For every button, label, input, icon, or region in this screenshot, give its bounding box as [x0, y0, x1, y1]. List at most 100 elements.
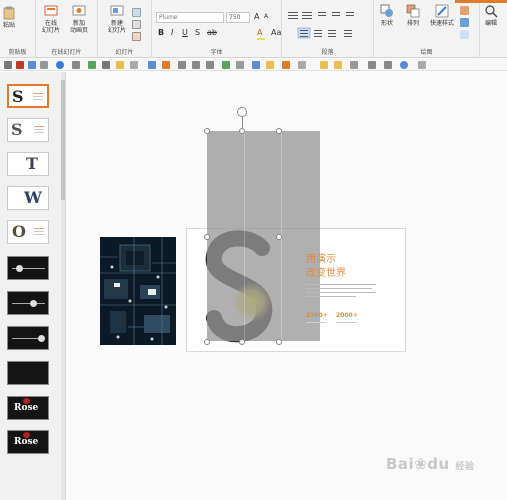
save-icon[interactable]: [28, 61, 36, 69]
layout-icon[interactable]: [132, 8, 141, 17]
slide-thumb-8[interactable]: [7, 326, 49, 350]
shadow-icon[interactable]: S: [195, 28, 200, 37]
font-size-select[interactable]: 750: [226, 12, 250, 23]
slide-thumb-2[interactable]: S: [7, 118, 49, 142]
font-group-label: 字体: [210, 49, 223, 56]
slide-title-line2[interactable]: 改变世界: [306, 264, 346, 279]
circuit-board-graphic: [100, 237, 176, 345]
bring-forward-icon[interactable]: [252, 61, 260, 69]
stat-value-2[interactable]: 2000+: [336, 312, 358, 319]
paste-button[interactable]: 粘贴: [2, 6, 16, 29]
change-case-icon[interactable]: Aa: [271, 28, 281, 37]
strikethrough-icon[interactable]: ab: [207, 28, 217, 37]
slide-thumb-7[interactable]: [7, 291, 49, 315]
merge-shapes-icon[interactable]: [282, 61, 290, 69]
bold-icon[interactable]: B: [158, 28, 164, 37]
paragraph-group-label: 段落: [321, 49, 334, 56]
slide-title-line1[interactable]: 用演示: [306, 250, 336, 265]
slide-body-text[interactable]: [306, 284, 376, 300]
thumb-text-lines: [34, 228, 44, 229]
align-right-icon[interactable]: [206, 61, 214, 69]
slide-thumb-9[interactable]: [7, 361, 49, 385]
cursor-icon[interactable]: [4, 61, 12, 69]
italic-icon[interactable]: I: [171, 28, 173, 37]
fill-icon[interactable]: [320, 61, 328, 69]
send-back-icon[interactable]: [266, 61, 274, 69]
text-box-icon[interactable]: [148, 61, 156, 69]
format-icon[interactable]: [130, 61, 138, 69]
section-icon[interactable]: [132, 32, 141, 41]
thumb-rose-text: Rose: [14, 403, 39, 413]
flip-icon[interactable]: [384, 61, 392, 69]
highlight-bar: [257, 38, 265, 40]
align-left-icon[interactable]: [178, 61, 186, 69]
shape-button[interactable]: 形状: [380, 4, 394, 27]
resize-handle-bc[interactable]: [239, 339, 245, 345]
clipboard-group: 粘贴 剪贴板: [0, 0, 36, 58]
shape-outline-icon[interactable]: [460, 18, 469, 27]
selected-rectangle-shape[interactable]: [207, 131, 320, 341]
arrange-button[interactable]: 排列: [406, 4, 420, 27]
record-icon[interactable]: [16, 61, 24, 69]
slide-thumb-5[interactable]: O: [7, 220, 49, 244]
align-center-icon[interactable]: [192, 61, 200, 69]
grow-font-icon[interactable]: A: [254, 12, 259, 21]
shrink-font-icon[interactable]: A: [264, 13, 268, 20]
crop-icon[interactable]: [298, 61, 306, 69]
table-icon[interactable]: [102, 61, 110, 69]
slide-thumb-11[interactable]: Rose: [7, 430, 49, 454]
redo-icon[interactable]: [400, 61, 408, 69]
picture-icon[interactable]: [88, 61, 96, 69]
thumb-text-lines: [34, 126, 44, 127]
outline-icon[interactable]: [334, 61, 342, 69]
resize-handle-tl[interactable]: [204, 128, 210, 134]
underline-icon[interactable]: U: [182, 28, 188, 37]
shape-fill-icon[interactable]: [460, 6, 469, 15]
online-slides-button[interactable]: 在线 幻灯片: [42, 4, 60, 34]
scrollbar-thumb[interactable]: [61, 80, 65, 200]
slide-thumb-1[interactable]: S: [7, 84, 49, 108]
font-family-select[interactable]: Plume: [156, 12, 224, 23]
undo-icon[interactable]: [56, 61, 64, 69]
edit-button[interactable]: 编辑: [484, 4, 498, 27]
slide-thumb-10[interactable]: Rose: [7, 396, 49, 420]
online-slides-label2: 幻灯片: [42, 27, 61, 34]
font-color-icon[interactable]: A: [257, 28, 262, 37]
resize-handle-bl[interactable]: [204, 339, 210, 345]
group-icon[interactable]: [222, 61, 230, 69]
chart-icon[interactable]: [162, 61, 170, 69]
slide-thumb-3[interactable]: T: [7, 152, 49, 176]
reset-icon[interactable]: [132, 20, 141, 29]
quick-style-button[interactable]: 快速样式: [430, 4, 454, 27]
new-slide-label1: 新建: [111, 20, 124, 27]
online-slides-group-label: 在线幻灯片: [51, 49, 82, 56]
resize-handle-tr[interactable]: [276, 128, 282, 134]
animation-icon: [72, 5, 86, 16]
slide-thumb-4[interactable]: W: [7, 186, 49, 210]
baidu-watermark: Bai❀du 经验: [386, 455, 474, 473]
circuit-board-image[interactable]: [100, 237, 176, 345]
effects-icon[interactable]: [350, 61, 358, 69]
paragraph-icons[interactable]: [286, 10, 372, 42]
print-icon[interactable]: [72, 61, 80, 69]
slides-panel-scrollbar[interactable]: [61, 72, 65, 500]
new-animation-button[interactable]: 新加 动画页: [70, 4, 88, 34]
rotate-handle[interactable]: [237, 107, 247, 117]
ungroup-icon[interactable]: [236, 61, 244, 69]
stat-value-1[interactable]: 2300+: [306, 312, 328, 319]
star-icon[interactable]: [116, 61, 124, 69]
watermark-brand: Bai: [386, 455, 415, 473]
resize-handle-tc[interactable]: [239, 128, 245, 134]
shape-gridline: [244, 131, 245, 341]
new-animation-label1: 新加: [73, 20, 86, 27]
more-icon[interactable]: [418, 61, 426, 69]
resize-handle-ml[interactable]: [204, 234, 210, 240]
new-slide-button[interactable]: 新建 幻灯片: [108, 4, 126, 34]
resize-handle-mr[interactable]: [276, 234, 282, 240]
slide-thumb-6[interactable]: [7, 256, 49, 280]
paw-icon: ❀: [414, 455, 428, 473]
new-icon[interactable]: [40, 61, 48, 69]
resize-handle-br[interactable]: [276, 339, 282, 345]
rotate-icon[interactable]: [368, 61, 376, 69]
shape-effects-icon[interactable]: [460, 30, 469, 39]
